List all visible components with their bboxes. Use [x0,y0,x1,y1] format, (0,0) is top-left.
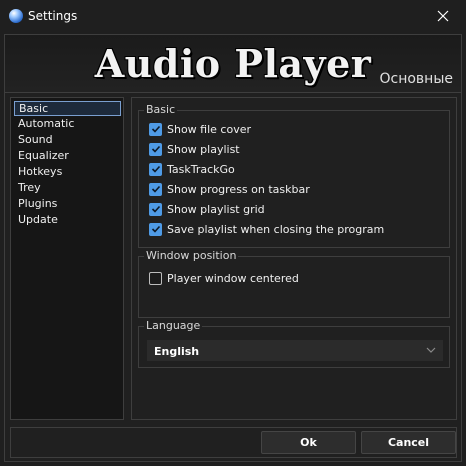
show-file-cover-checkbox[interactable] [149,122,162,136]
player-window-centered-checkbox[interactable] [149,271,162,285]
basic-group-title: Basic [144,103,178,116]
show-playlist-grid-checkbox[interactable] [149,202,162,216]
tasktrackgo-checkbox[interactable] [149,162,162,176]
basic-group: Basic Show file cover Show playlist Task… [138,103,450,248]
sidebar-item-sound[interactable]: Sound [14,133,121,148]
cancel-button[interactable]: Cancel [361,431,456,454]
checkmark-icon [151,165,160,173]
settings-sidebar: Basic Automatic Sound Equalizer Hotkeys … [10,97,124,420]
player-window-centered-label: Player window centered [167,271,299,285]
sidebar-item-trey[interactable]: Trey [14,181,121,196]
ok-button[interactable]: Ok [261,431,356,454]
sidebar-item-equalizer[interactable]: Equalizer [14,149,121,164]
chevron-down-icon [426,347,436,353]
language-select[interactable]: English [147,340,443,361]
checkmark-icon [151,185,160,193]
checkmark-icon [151,125,160,133]
dialog-footer: Ok Cancel [10,427,457,458]
sidebar-item-update[interactable]: Update [14,213,121,228]
option-save-playlist-on-close[interactable]: Save playlist when closing the program [149,221,384,237]
settings-content: Basic Show file cover Show playlist Task… [131,97,457,420]
option-show-playlist-grid[interactable]: Show playlist grid [149,201,265,217]
sidebar-item-basic[interactable]: Basic [14,101,121,116]
header-banner: Audio Player Основные [5,35,461,93]
show-progress-taskbar-checkbox[interactable] [149,182,162,196]
show-playlist-checkbox[interactable] [149,142,162,156]
option-player-window-centered[interactable]: Player window centered [149,270,299,286]
app-logo-icon [9,9,23,23]
language-select-value: English [154,345,200,358]
save-playlist-on-close-checkbox[interactable] [149,222,162,236]
option-show-file-cover[interactable]: Show file cover [149,121,251,137]
option-show-progress-taskbar[interactable]: Show progress on taskbar [149,181,310,197]
checkmark-icon [151,225,160,233]
language-group: Language English [138,319,450,368]
show-progress-taskbar-label: Show progress on taskbar [167,182,310,196]
sidebar-item-automatic[interactable]: Automatic [14,117,121,132]
checkmark-icon [151,205,160,213]
language-group-title: Language [144,319,203,332]
window-position-group-title: Window position [144,249,239,262]
section-subtitle: Основные [379,71,453,87]
show-playlist-label: Show playlist [167,142,240,156]
option-tasktrackgo[interactable]: TaskTrackGo [149,161,235,177]
checkmark-icon [151,145,160,153]
save-playlist-on-close-label: Save playlist when closing the program [167,222,385,236]
window-position-group: Window position Player window centered [138,249,450,318]
close-icon [437,10,449,22]
close-button[interactable] [420,0,466,32]
window-title: Settings [28,9,78,23]
sidebar-item-plugins[interactable]: Plugins [14,197,121,212]
option-show-playlist[interactable]: Show playlist [149,141,240,157]
sidebar-item-hotkeys[interactable]: Hotkeys [14,165,121,180]
show-playlist-grid-label: Show playlist grid [167,202,265,216]
tasktrackgo-label: TaskTrackGo [167,162,235,176]
settings-window: Audio Player Основные Basic Automatic So… [4,34,462,462]
title-bar: Settings [0,0,466,32]
show-file-cover-label: Show file cover [167,122,252,136]
